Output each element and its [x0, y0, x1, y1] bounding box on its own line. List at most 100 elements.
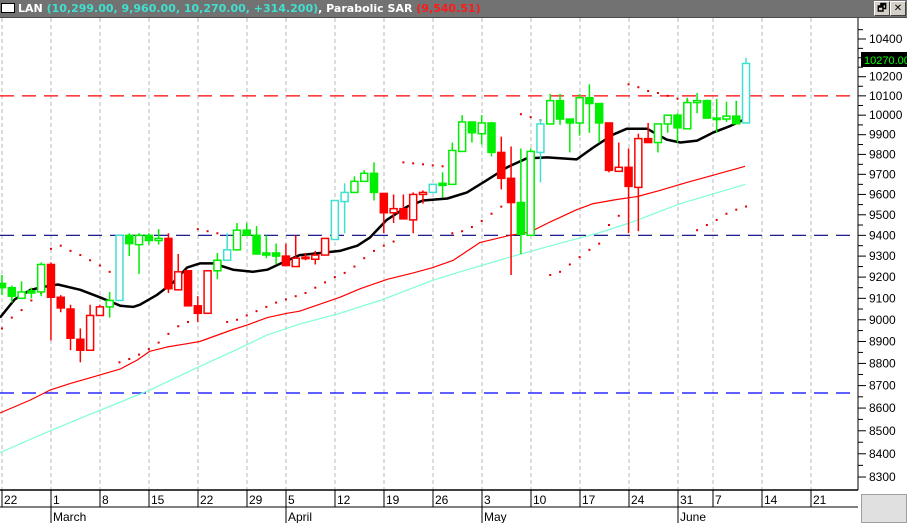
- candle: [634, 133, 643, 232]
- candle-body: [506, 177, 516, 204]
- restore-window-button[interactable]: 🗗: [874, 1, 890, 16]
- week-label: 14: [764, 493, 778, 507]
- month-label: March: [53, 510, 86, 523]
- sar-dot: [676, 97, 679, 100]
- candle-body: [173, 271, 183, 291]
- indicator-name: Parabolic SAR: [326, 2, 413, 15]
- month-label: June: [680, 510, 706, 523]
- sar-dot: [147, 348, 150, 351]
- candle: [262, 235, 271, 259]
- sar-dot: [206, 230, 209, 233]
- parabolic-sar: [1, 83, 748, 364]
- sar-dot: [79, 254, 82, 257]
- candle: [683, 97, 692, 130]
- candle: [0, 274, 7, 296]
- candle-body: [27, 290, 36, 294]
- candle-body: [271, 252, 281, 257]
- candle: [213, 252, 222, 280]
- candle: [271, 243, 281, 265]
- price-label: 9300: [869, 249, 896, 263]
- candle-body: [85, 314, 95, 351]
- candle-body: [457, 121, 467, 153]
- sar-dot: [627, 83, 630, 86]
- candle-body: [76, 338, 85, 351]
- candle-body: [448, 149, 457, 186]
- candle: [457, 115, 467, 153]
- candle: [85, 304, 95, 351]
- candle: [340, 183, 349, 234]
- candle-body: [487, 122, 496, 154]
- price-label: 9100: [869, 291, 896, 305]
- candle-body: [232, 229, 242, 251]
- sar-dot: [568, 263, 571, 266]
- candle: [545, 93, 555, 125]
- candle: [232, 222, 242, 251]
- sar-dot: [412, 162, 415, 165]
- candle-body: [242, 229, 251, 237]
- sar-dot: [30, 299, 33, 302]
- candle: [604, 122, 614, 173]
- price-label: 9000: [869, 313, 896, 327]
- candle: [643, 122, 653, 144]
- candle: [115, 234, 124, 302]
- candle-body: [164, 237, 173, 290]
- price-label: 8800: [869, 356, 896, 370]
- sar-dot: [118, 361, 121, 364]
- sar-dot: [235, 318, 238, 321]
- date-axis[interactable]: 22 1 8 15 22 29 5 12 19 26 3 10 17 24 31 7 14 21 March Apri…: [0, 489, 858, 523]
- close-window-button[interactable]: ✕: [890, 1, 906, 16]
- candle: [242, 222, 251, 237]
- candle: [203, 270, 212, 315]
- candle-body: [555, 99, 565, 120]
- sar-dot: [559, 270, 562, 273]
- candle-body: [36, 263, 46, 293]
- candle-body: [741, 62, 751, 124]
- candle: [594, 102, 604, 143]
- sar-dot: [187, 320, 190, 323]
- candle-body: [438, 182, 447, 187]
- sar-dot: [421, 163, 424, 166]
- sar-dot: [598, 242, 601, 245]
- month-label: April: [288, 510, 312, 523]
- price-label: 8900: [869, 334, 896, 348]
- price-label: 9600: [869, 187, 896, 201]
- candle: [702, 99, 712, 119]
- candle: [281, 243, 291, 267]
- candle: [46, 262, 56, 341]
- candle: [105, 291, 114, 318]
- candle: [653, 123, 663, 153]
- candle-body: [17, 291, 26, 300]
- candle-body: [399, 207, 408, 220]
- candle: [467, 121, 477, 143]
- candle-body: [281, 255, 291, 267]
- candle: [565, 118, 575, 153]
- candle-body: [594, 102, 604, 124]
- sar-dot: [255, 310, 258, 313]
- candle-body: [330, 199, 340, 241]
- candle-body: [154, 237, 163, 242]
- sar-dot: [245, 314, 248, 317]
- price-label: 9200: [869, 270, 896, 284]
- scroll-corner: [861, 494, 907, 523]
- sar-dot: [647, 90, 650, 93]
- sar-dot: [588, 248, 591, 251]
- candle: [125, 233, 134, 257]
- candle-body: [653, 123, 663, 144]
- sar-dot: [157, 341, 160, 344]
- sar-dot: [735, 208, 738, 211]
- price-chart[interactable]: 10400 10200 10100 10000 9900 9800 9700 9600 9500…: [0, 0, 907, 523]
- sar-dot: [294, 295, 297, 298]
- candle: [555, 93, 565, 125]
- price-axis[interactable]: 10400 10200 10100 10000 9900 9800 9700 9600 9500…: [857, 18, 903, 490]
- chart-legend: LAN (10,299.00, 9,960.00, 10,270.00, +31…: [18, 0, 481, 17]
- sar-dot: [226, 320, 229, 323]
- candle-body: [134, 234, 144, 246]
- candle: [66, 304, 75, 351]
- candle-body: [428, 183, 438, 194]
- candle: [477, 115, 486, 145]
- candle-body: [732, 115, 741, 125]
- candle-body: [624, 166, 633, 188]
- candle: [154, 229, 163, 245]
- candle-body: [56, 296, 65, 309]
- candle-body: [683, 101, 692, 130]
